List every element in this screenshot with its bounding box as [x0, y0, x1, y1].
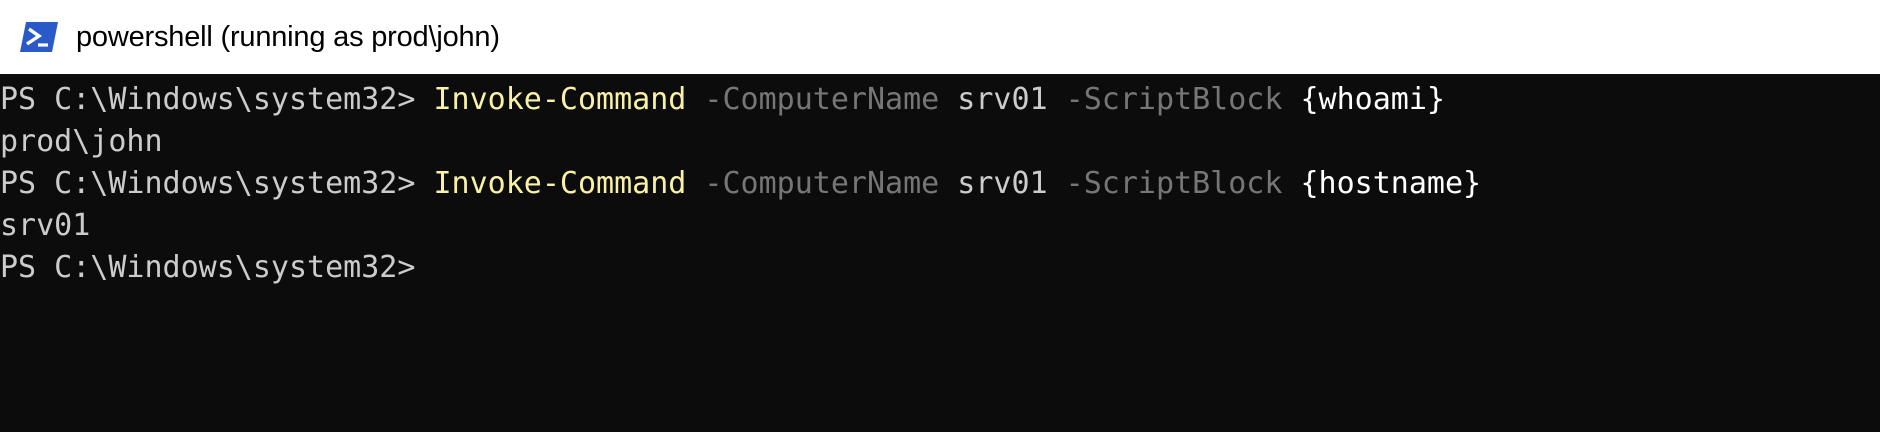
- prompt: PS C:\Windows\system32>: [0, 166, 434, 201]
- console-line-prompt[interactable]: PS C:\Windows\system32>: [0, 247, 1880, 289]
- cmdlet: Invoke-Command: [433, 166, 687, 201]
- console-area[interactable]: PS C:\Windows\system32> Invoke-Command -…: [0, 74, 1880, 432]
- parameter-scriptblock: -ScriptBlock: [1047, 166, 1283, 201]
- console-line-command: PS C:\Windows\system32> Invoke-Command -…: [0, 163, 1880, 205]
- powershell-window: powershell (running as prod\john) PS C:\…: [0, 0, 1880, 432]
- powershell-icon: [20, 22, 58, 52]
- title-bar[interactable]: powershell (running as prod\john): [0, 0, 1880, 74]
- cmdlet: Invoke-Command: [433, 82, 687, 117]
- argument-computer: srv01: [939, 166, 1048, 201]
- prompt: PS C:\Windows\system32>: [0, 250, 416, 285]
- window-title: powershell (running as prod\john): [76, 20, 500, 53]
- parameter-computername: -ComputerName: [686, 82, 940, 117]
- console-output: srv01: [0, 208, 91, 243]
- prompt: PS C:\Windows\system32>: [0, 82, 434, 117]
- scriptblock: {whoami}: [1282, 82, 1445, 117]
- console-output: prod\john: [0, 124, 163, 159]
- scriptblock: {hostname}: [1282, 166, 1482, 201]
- parameter-computername: -ComputerName: [686, 166, 940, 201]
- console-line-command: PS C:\Windows\system32> Invoke-Command -…: [0, 79, 1880, 121]
- argument-computer: srv01: [939, 82, 1048, 117]
- parameter-scriptblock: -ScriptBlock: [1047, 82, 1283, 117]
